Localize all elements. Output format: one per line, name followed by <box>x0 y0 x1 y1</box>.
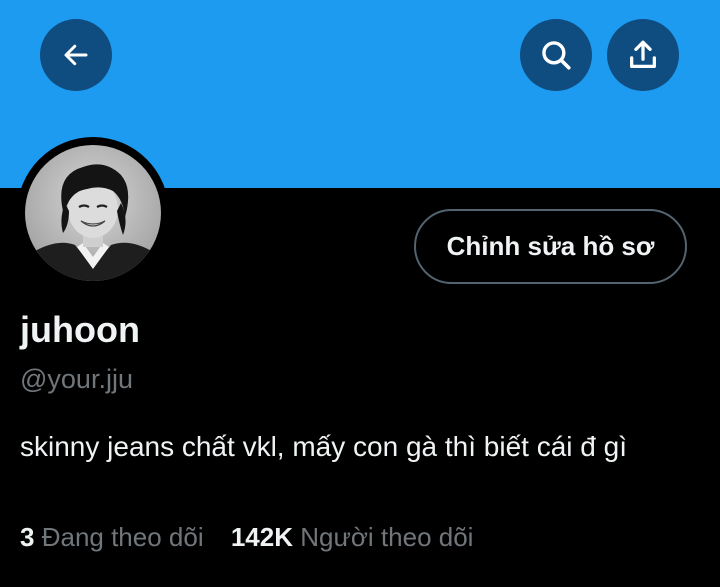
followers-count: 142K <box>230 522 293 552</box>
following-label: Đang theo dõi <box>41 522 204 552</box>
search-button[interactable] <box>520 19 592 91</box>
share-button[interactable] <box>607 19 679 91</box>
back-button[interactable] <box>40 19 112 91</box>
arrow-left-icon <box>64 44 88 66</box>
search-icon <box>542 41 571 70</box>
following-stat[interactable]: 3 Đang theo dõi <box>20 520 204 554</box>
profile-bio: skinny jeans chất vkl, mấy con gà thì bi… <box>20 431 627 462</box>
followers-label: Người theo dõi <box>300 522 474 552</box>
followers-stat[interactable]: 142K Người theo dõi <box>231 520 474 554</box>
share-upload-icon <box>630 40 656 68</box>
edit-profile-button[interactable]: Chỉnh sửa hồ sơ <box>414 209 687 284</box>
user-handle: @your.jju <box>20 364 133 394</box>
follow-stats: 3 Đang theo dõi 142K Người theo dõi <box>20 520 473 554</box>
avatar-image <box>25 145 161 281</box>
following-count: 3 <box>20 522 35 552</box>
avatar-container[interactable] <box>17 137 169 289</box>
display-name: juhoon <box>20 309 140 350</box>
avatar <box>25 145 161 281</box>
